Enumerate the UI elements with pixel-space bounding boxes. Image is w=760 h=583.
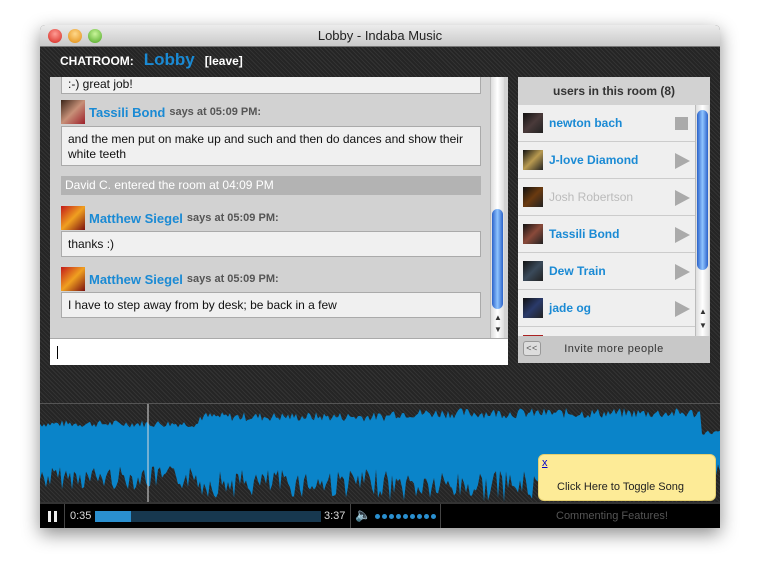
users-title: users in this room (8) [552,84,676,98]
player-controls: 0:35 3:37 🔈 Commenting Features! [40,502,720,528]
play-icon[interactable] [675,301,690,317]
message-user[interactable]: Tassili Bond [89,105,165,120]
room-name: Lobby [143,50,195,69]
chatroom-header: CHATROOM: Lobby [leave] [60,50,243,70]
user-row[interactable]: newton bach [518,105,695,142]
app-window: Lobby - Indaba Music CHATROOM: Lobby [le… [40,25,720,528]
invite-more-button[interactable]: Invite more people [564,343,664,355]
user-name[interactable]: Tassili Bond [549,227,619,241]
volume-dot [410,514,415,519]
user-avatar [523,224,543,244]
message-time: says at 05:09 PM: [186,212,279,224]
user-row[interactable]: jade og [518,290,695,327]
chat-scrollbar[interactable]: ▲ ▼ [490,77,504,338]
message-header: Matthew Siegel says at 05:09 PM: [61,206,279,230]
message-list: :-) great job! Tassili Bond says at 05:0… [50,77,490,338]
message-header: Matthew Siegel says at 05:09 PM: [61,267,279,291]
minimize-window-button[interactable] [68,29,82,43]
progress-bar[interactable] [95,511,321,522]
volume-dot [389,514,394,519]
scroll-down-icon[interactable]: ▼ [491,325,505,334]
message-bubble: :-) great job! [61,77,481,94]
scroll-thumb[interactable] [492,209,503,309]
scroll-up-icon[interactable]: ▲ [491,313,505,322]
user-avatar [523,261,543,281]
user-name[interactable]: J-love Diamond [549,153,638,167]
progress-fill [95,511,132,522]
message-bubble: I have to step away from by desk; be bac… [61,292,481,318]
volume-dot [403,514,408,519]
elapsed-time: 0:35 [70,510,92,522]
message-header: Tassili Bond says at 05:09 PM: [61,100,261,124]
scroll-thumb[interactable] [697,110,708,270]
collapse-button[interactable]: << [523,341,541,356]
message-time: says at 05:09 PM: [169,106,262,118]
chat-input[interactable] [50,338,508,365]
play-icon[interactable] [675,227,690,243]
user-row[interactable] [518,327,695,336]
invite-bar: << Invite more people [518,336,710,363]
user-row[interactable]: J-love Diamond [518,142,695,179]
close-window-button[interactable] [48,29,62,43]
window-title: Lobby - Indaba Music [317,28,443,43]
message-user[interactable]: Matthew Siegel [89,272,183,287]
user-list: newton bach J-love Diamond Josh Robertson T… [518,105,695,336]
tooltip-text: Click Here to Toggle Song [557,481,684,493]
scroll-down-icon[interactable]: ▼ [696,321,710,330]
user-avatar [523,298,543,318]
user-row[interactable]: Dew Train [518,253,695,290]
volume-dot [417,514,422,519]
user-name[interactable]: newton bach [549,116,622,130]
message-bubble: and the men put on make up and such and … [61,126,481,166]
play-icon[interactable] [675,153,690,169]
text-caret [57,346,58,359]
system-message: David C. entered the room at 04:09 PM [61,176,481,195]
volume-slider[interactable] [375,514,436,519]
scroll-up-icon[interactable]: ▲ [696,307,710,316]
volume-dot [396,514,401,519]
toggle-song-tooltip: x Click Here to Toggle Song [538,454,716,501]
user-name[interactable]: Dew Train [549,264,606,278]
user-avatar [523,150,543,170]
title-bar: Lobby - Indaba Music [40,25,720,47]
volume-dot [375,514,380,519]
chat-panel: :-) great job! Tassili Bond says at 05:0… [50,77,508,365]
user-avatar [523,113,543,133]
zoom-window-button[interactable] [88,29,102,43]
chatroom-label: CHATROOM: [60,54,134,68]
volume-dot [424,514,429,519]
avatar [61,100,85,124]
avatar [61,206,85,230]
volume-dot [382,514,387,519]
play-icon[interactable] [675,264,690,280]
tooltip-close-link[interactable]: x [542,457,548,469]
volume-dot [431,514,436,519]
duration-time: 3:37 [324,510,346,522]
user-row[interactable]: Josh Robertson [518,179,695,216]
users-panel: users in this room (8) newton bach J-love… [518,77,710,363]
users-scrollbar[interactable]: ▲ ▼ [695,105,709,336]
play-icon[interactable] [675,190,690,206]
message-bubble: thanks :) [61,231,481,257]
message-time: says at 05:09 PM: [186,273,279,285]
user-row[interactable]: Tassili Bond [518,216,695,253]
message-user[interactable]: Matthew Siegel [89,211,183,226]
commenting-text: Commenting Features! [556,510,668,522]
leave-link[interactable]: [leave] [205,54,243,68]
user-avatar [523,187,543,207]
stop-icon[interactable] [675,117,688,130]
volume-icon[interactable]: 🔈 [355,507,371,523]
pause-icon[interactable] [48,511,57,522]
user-name[interactable]: Josh Robertson [549,190,633,204]
user-name[interactable]: jade og [549,301,591,315]
avatar [61,267,85,291]
